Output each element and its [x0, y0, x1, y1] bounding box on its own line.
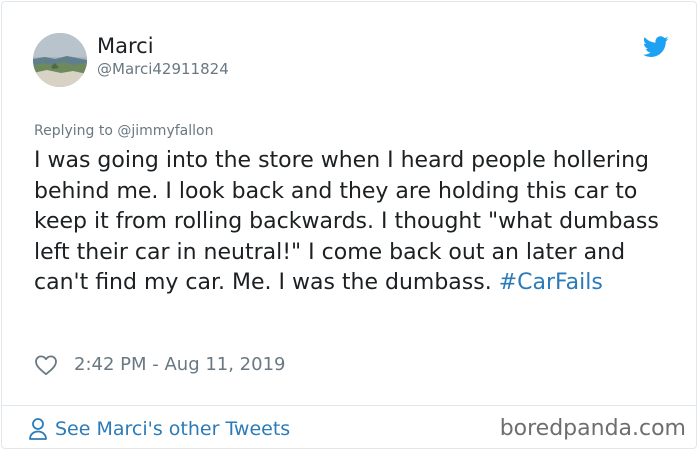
timestamp[interactable]: 2:42 PM - Aug 11, 2019 — [74, 354, 286, 376]
tweet-meta: 2:42 PM - Aug 11, 2019 — [34, 352, 286, 378]
see-other-tweets-link[interactable]: See Marci's other Tweets — [28, 416, 290, 442]
watermark: boredpanda.com — [499, 416, 686, 441]
twitter-bird-icon[interactable] — [643, 36, 669, 58]
reply-context: Replying to @jimmyfallon — [34, 122, 213, 140]
tweet-card: Marci @Marci42911824 Replying to @jimmyf… — [1, 1, 697, 449]
reply-prefix: Replying to — [34, 123, 113, 139]
footer-divider — [2, 405, 696, 406]
heart-icon[interactable] — [34, 354, 58, 376]
person-icon — [29, 418, 47, 440]
reply-handle[interactable]: @jimmyfallon — [117, 123, 213, 139]
avatar[interactable] — [33, 33, 87, 87]
avatar-image — [33, 33, 87, 87]
author-handle[interactable]: @Marci42911824 — [97, 60, 229, 78]
hashtag-link[interactable]: #CarFails — [499, 270, 603, 295]
tweet-text: I was going into the store when I heard … — [34, 146, 674, 299]
author-name[interactable]: Marci — [97, 33, 154, 59]
see-other-tweets-label: See Marci's other Tweets — [55, 418, 291, 440]
